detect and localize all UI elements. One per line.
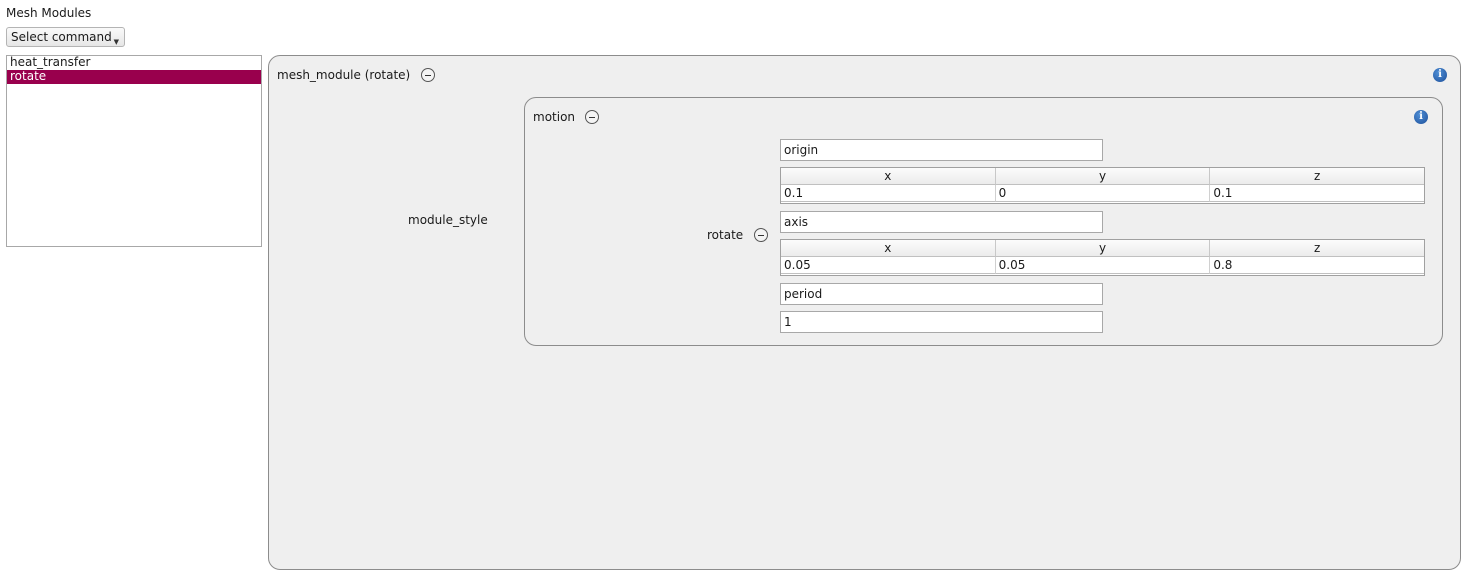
panel-title: Mesh Modules	[6, 6, 92, 20]
list-item-rotate[interactable]: rotate	[7, 70, 261, 84]
list-item-heat-transfer[interactable]: heat_transfer	[7, 56, 261, 70]
collapse-rotate-icon[interactable]	[754, 228, 768, 242]
origin-field[interactable]: origin	[780, 139, 1103, 161]
origin-value-x[interactable]: 0.1	[781, 185, 996, 202]
axis-value-y[interactable]: 0.05	[995, 257, 1211, 274]
motion-title: motion	[533, 110, 576, 124]
period-field[interactable]: period	[780, 283, 1103, 305]
axis-header-z: z	[1210, 240, 1425, 257]
select-command-dropdown[interactable]: Select command ▼	[6, 27, 125, 47]
period-value-field[interactable]: 1	[780, 311, 1103, 333]
origin-value-y[interactable]: 0	[995, 185, 1211, 202]
axis-value-x[interactable]: 0.05	[781, 257, 996, 274]
module-list[interactable]: heat_transfer rotate	[6, 55, 262, 247]
info-icon[interactable]: i	[1433, 68, 1447, 82]
module-style-label: module_style	[408, 213, 488, 227]
collapse-motion-icon[interactable]	[585, 110, 599, 124]
origin-header-x: x	[781, 168, 996, 185]
axis-header-x: x	[781, 240, 996, 257]
origin-header-z: z	[1210, 168, 1425, 185]
select-command-label: Select command	[11, 30, 112, 44]
rotate-label: rotate	[707, 228, 744, 242]
origin-vector-table: x y z 0.1 0 0.1	[780, 167, 1425, 204]
axis-header-y: y	[995, 240, 1211, 257]
axis-field[interactable]: axis	[780, 211, 1103, 233]
axis-vector-table: x y z 0.05 0.05 0.8	[780, 239, 1425, 276]
origin-header-y: y	[995, 168, 1211, 185]
origin-value-z[interactable]: 0.1	[1210, 185, 1425, 202]
motion-info-icon[interactable]: i	[1414, 110, 1428, 124]
axis-value-z[interactable]: 0.8	[1210, 257, 1425, 274]
collapse-mesh-module-icon[interactable]	[421, 68, 435, 82]
chevron-down-icon: ▼	[113, 38, 119, 46]
mesh-module-title: mesh_module (rotate)	[277, 68, 411, 82]
